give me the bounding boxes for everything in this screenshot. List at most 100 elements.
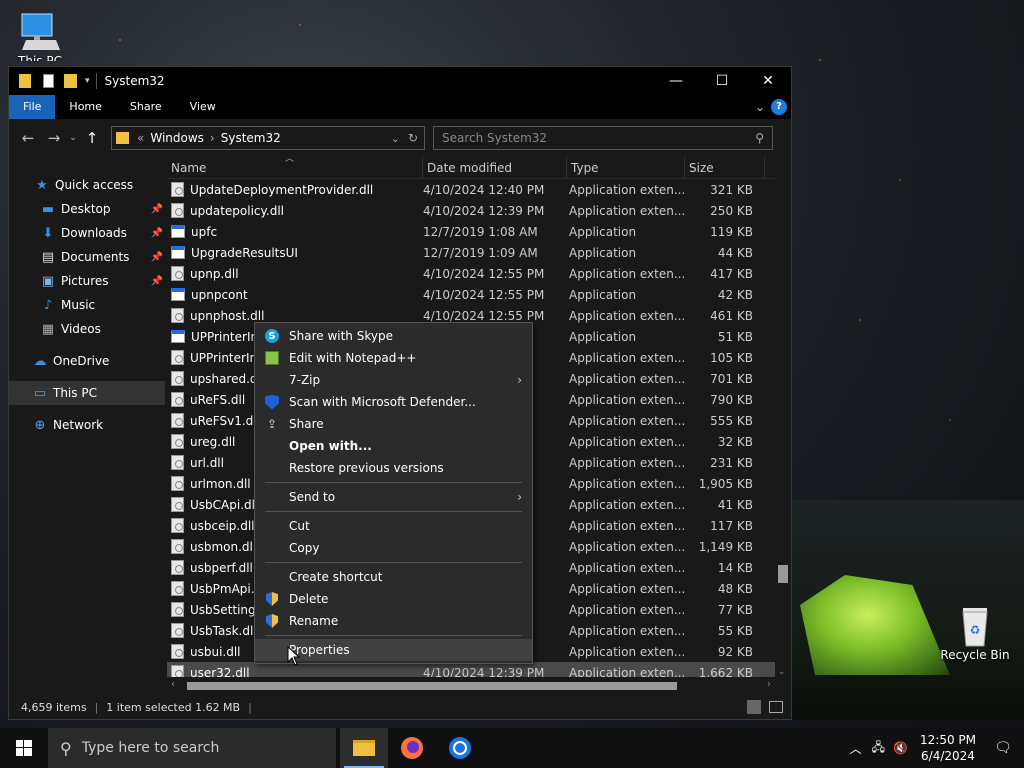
taskbar-firefox[interactable]	[388, 728, 436, 768]
network-status-icon[interactable]: 🖧	[872, 738, 885, 759]
file-name-cell[interactable]: upnp.dll	[167, 266, 421, 281]
maximize-button[interactable]: ☐	[699, 67, 745, 95]
forward-button[interactable]: →	[41, 129, 67, 147]
file-name-cell[interactable]: upnpcont	[167, 288, 421, 302]
menu-item-label: Cut	[289, 519, 310, 533]
vertical-scrollbar[interactable]: ⌄	[775, 157, 791, 677]
taskbar-file-explorer[interactable]	[340, 728, 388, 768]
start-button[interactable]	[0, 728, 48, 768]
table-row[interactable]: upfc 12/7/2019 1:08 AM Application 119 KB	[167, 221, 775, 242]
properties-qat-icon[interactable]	[43, 74, 54, 88]
chevron-up-icon[interactable]: ︿	[850, 740, 862, 757]
notifications-icon[interactable]: 🗨	[988, 740, 1018, 756]
file-name-cell[interactable]: updatepolicy.dll	[167, 203, 421, 218]
menu-item-scan-with-microsoft-defender[interactable]: Scan with Microsoft Defender...	[255, 391, 532, 413]
details-view-button[interactable]	[747, 700, 761, 714]
tab-file[interactable]: File	[9, 95, 56, 119]
clock[interactable]: 12:50 PM 6/4/2024	[920, 732, 976, 764]
menu-item-copy[interactable]: Copy	[255, 537, 532, 559]
sidebar-item-pictures[interactable]: ▣ Pictures 📌	[9, 269, 165, 293]
sidebar-item-computer[interactable]: ▭ This PC	[9, 381, 165, 405]
menu-separator	[265, 482, 522, 483]
file-size-cell: 555 KB	[710, 413, 753, 428]
menu-item-send-to[interactable]: Send to ›	[255, 486, 532, 508]
close-button[interactable]: ✕	[745, 67, 791, 95]
menu-item-cut[interactable]: Cut	[255, 515, 532, 537]
search-box[interactable]: Search System32 ⚲	[433, 126, 773, 150]
tab-view[interactable]: View	[176, 95, 230, 119]
sidebar-item-network[interactable]: ⊕ Network	[9, 413, 165, 437]
table-row[interactable]: UpgradeResultsUI 12/7/2019 1:09 AM Applica…	[167, 242, 775, 263]
taskbar-chrome[interactable]	[436, 728, 484, 768]
minimize-button[interactable]: —	[653, 67, 699, 95]
breadcrumb-prefix[interactable]: «	[137, 131, 144, 145]
pin-icon[interactable]: 📌	[151, 228, 163, 239]
new-folder-qat-icon[interactable]	[64, 74, 77, 88]
menu-item-7-zip[interactable]: 7-Zip ›	[255, 369, 532, 391]
pin-icon[interactable]: 📌	[151, 276, 163, 287]
tab-home[interactable]: Home	[55, 95, 115, 119]
horizontal-scrollbar[interactable]: ‹ ›	[167, 677, 775, 695]
taskbar-search-input[interactable]: Type here to search	[82, 740, 220, 756]
taskbar-search-box[interactable]: ⚲ Type here to search	[48, 728, 336, 768]
up-button[interactable]: ↑	[79, 129, 105, 147]
vertical-scroll-thumb[interactable]	[778, 565, 788, 583]
tab-share[interactable]: Share	[116, 95, 176, 119]
breadcrumb-system32[interactable]: System32	[221, 131, 281, 145]
menu-item-create-shortcut[interactable]: Create shortcut	[255, 566, 532, 588]
file-name-cell[interactable]: upfc	[167, 225, 421, 239]
menu-item-restore-previous-versions[interactable]: Restore previous versions	[255, 457, 532, 479]
file-type-cell: Application	[569, 224, 637, 239]
scroll-right-icon[interactable]: ›	[767, 679, 771, 690]
scroll-left-icon[interactable]: ‹	[171, 679, 175, 690]
menu-item-share-with-skype[interactable]: S Share with Skype	[255, 325, 532, 347]
back-button[interactable]: ←	[15, 129, 41, 147]
help-icon[interactable]: ?	[771, 99, 787, 115]
pin-icon[interactable]: 📌	[151, 252, 163, 263]
menu-item-share[interactable]: ⇪ Share	[255, 413, 532, 435]
column-header-type[interactable]: Type	[567, 157, 685, 179]
sidebar-item-videos[interactable]: ▦ Videos	[9, 317, 165, 341]
sidebar-item-star[interactable]: ★ Quick access	[9, 173, 165, 197]
address-dropdown-icon[interactable]: ⌄	[391, 132, 400, 145]
sidebar-item-documents[interactable]: ▤ Documents 📌	[9, 245, 165, 269]
chevron-down-icon[interactable]: ▾	[85, 76, 90, 86]
table-row[interactable]: upnpcont 4/10/2024 12:55 PM Application 42 …	[167, 284, 775, 305]
horizontal-scroll-thumb[interactable]	[187, 682, 677, 690]
pin-icon[interactable]: 📌	[151, 204, 163, 215]
column-header-size[interactable]: Size	[685, 157, 765, 179]
breadcrumb-windows[interactable]: Windows	[150, 131, 204, 145]
file-name-cell[interactable]: upnphost.dll	[167, 308, 421, 323]
desktop-icon-this-pc[interactable]: This PC	[12, 8, 68, 61]
sidebar-item-cloud[interactable]: ☁ OneDrive	[9, 349, 165, 373]
sidebar-item-desktop[interactable]: ▬ Desktop 📌	[9, 197, 165, 221]
sidebar-item-download[interactable]: ⬇ Downloads 📌	[9, 221, 165, 245]
menu-item-delete[interactable]: Delete	[255, 588, 532, 610]
title-bar[interactable]: ▾ System32 — ☐ ✕	[9, 67, 791, 95]
sidebar-item-label: Downloads	[61, 226, 127, 240]
file-name-cell[interactable]: UpgradeResultsUI	[167, 246, 421, 260]
ribbon-expand-icon[interactable]: ⌄	[755, 100, 765, 114]
search-input[interactable]: Search System32	[442, 131, 547, 145]
large-icons-view-button[interactable]	[769, 701, 783, 713]
volume-muted-icon[interactable]: 🔇	[893, 741, 908, 755]
scroll-down-icon[interactable]: ⌄	[778, 667, 786, 677]
table-row[interactable]: upnp.dll 4/10/2024 12:55 PM Application ex…	[167, 263, 775, 284]
refresh-icon[interactable]: ↻	[408, 131, 418, 145]
breadcrumb-separator[interactable]: ›	[210, 131, 215, 145]
address-bar[interactable]: « Windows › System32 ⌄ ↻	[111, 126, 425, 150]
application-file-icon	[171, 246, 185, 259]
table-row[interactable]: updatepolicy.dll 4/10/2024 12:39 PM Applic…	[167, 200, 775, 221]
chrome-icon	[449, 737, 471, 759]
file-name-cell[interactable]: UpdateDeploymentProvider.dll	[167, 182, 421, 197]
table-row[interactable]: UpdateDeploymentProvider.dll 4/10/2024 12…	[167, 179, 775, 200]
dll-file-icon	[171, 371, 184, 386]
column-header-date[interactable]: Date modified	[423, 157, 567, 179]
desktop-icon-recycle-bin[interactable]: ♻ Recycle Bin	[940, 600, 1010, 662]
menu-item-edit-with-notepad[interactable]: Edit with Notepad++	[255, 347, 532, 369]
sidebar-item-music[interactable]: ♪ Music	[9, 293, 165, 317]
menu-item-open-with[interactable]: Open with...	[255, 435, 532, 457]
menu-item-rename[interactable]: Rename	[255, 610, 532, 632]
recent-locations-icon[interactable]: ⌄	[67, 133, 79, 143]
column-header-name[interactable]: Name	[167, 157, 423, 179]
